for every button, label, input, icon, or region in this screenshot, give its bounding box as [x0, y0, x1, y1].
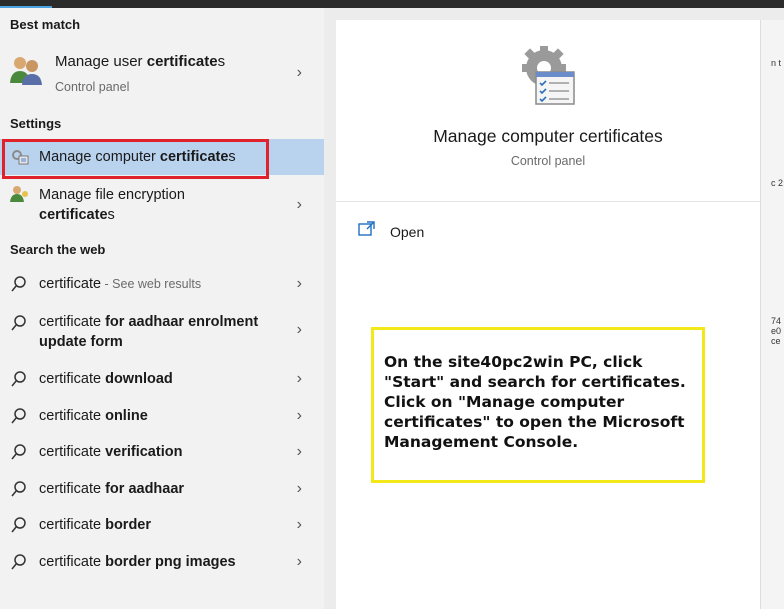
web-term: certificate [39, 481, 102, 497]
web-result-6[interactable]: certificate border › [0, 507, 324, 543]
background-window-edge: n t c 2 74 e0 ce [760, 20, 784, 609]
web-hint: - See web results [101, 277, 202, 291]
search-icon [11, 371, 26, 387]
search-icon [11, 408, 26, 424]
section-settings: Settings [10, 116, 62, 131]
web-result-3[interactable]: certificate online › [0, 398, 324, 434]
web-term: certificate [39, 276, 102, 292]
web-result-2[interactable]: certificate download › [0, 361, 324, 397]
web-term: certificate [39, 371, 102, 387]
chevron-right-icon[interactable]: › [297, 275, 302, 293]
certificate-gear-icon [522, 46, 575, 105]
highlight-box [2, 139, 269, 179]
result-title-plain: Manage user [55, 53, 147, 70]
web-rest: online [101, 408, 148, 424]
preview-pane: Manage computer certificates Control pan… [336, 20, 760, 609]
chevron-right-icon[interactable]: › [297, 407, 302, 425]
web-rest: border png images [101, 554, 236, 570]
chevron-right-icon[interactable]: › [297, 321, 302, 339]
edge-text: c 2 [771, 178, 784, 188]
users-key-icon [10, 186, 28, 202]
search-icon [11, 517, 26, 533]
edge-text: 74 [771, 316, 782, 326]
item-tail: s [107, 207, 115, 223]
preview-subtitle: Control panel [510, 154, 586, 168]
preview-title: Manage computer certificates [433, 126, 663, 146]
web-rest: for aadhaar [101, 481, 185, 497]
web-rest: border [101, 517, 152, 533]
chevron-right-icon[interactable]: › [297, 553, 302, 571]
chevron-right-icon[interactable]: › [297, 443, 302, 461]
web-result-1[interactable]: certificate for aadhaar enrolment update… [0, 305, 324, 355]
result-title-tail: s [217, 53, 226, 70]
result-manage-user-certificates[interactable]: Manage user certificates Control panel › [0, 44, 324, 102]
web-term: certificate [39, 517, 102, 533]
divider [336, 201, 760, 202]
chevron-right-icon[interactable]: › [297, 370, 302, 388]
search-icon [11, 444, 26, 460]
web-term: certificate [39, 314, 102, 330]
taskbar-strip [0, 0, 784, 8]
web-rest: download [101, 371, 173, 387]
web-result-4[interactable]: certificate verification › [0, 434, 324, 470]
item-line1: Manage file encryption [39, 187, 185, 203]
edge-text: ce [771, 336, 781, 346]
search-icon [11, 276, 26, 292]
search-icon [11, 315, 26, 331]
chevron-right-icon[interactable]: › [297, 480, 302, 498]
result-subtitle: Control panel [55, 80, 130, 94]
annotation-callout: On the site40pc2win PC, click "Start" an… [371, 327, 705, 483]
web-rest: verification [101, 444, 183, 460]
edge-text: n t [771, 58, 782, 68]
web-rest: for aadhaar enrolment [101, 314, 259, 330]
users-icon [10, 57, 42, 85]
chevron-right-icon[interactable]: › [297, 196, 302, 214]
section-search-web: Search the web [10, 242, 106, 257]
edge-text: e0 [771, 326, 782, 336]
result-title-bold: certificate [146, 53, 218, 70]
section-best-match: Best match [10, 17, 81, 32]
result-manage-file-encryption[interactable]: Manage file encryption certificates › [0, 182, 324, 228]
item-bold: certificate [39, 207, 108, 223]
open-icon[interactable] [358, 221, 376, 237]
web-result-5[interactable]: certificate for aadhaar › [0, 471, 324, 507]
web-result-0[interactable]: certificate - See web results › [0, 266, 324, 302]
chevron-right-icon[interactable]: › [297, 516, 302, 534]
web-rest-line2: update form [39, 334, 123, 350]
web-term: certificate [39, 408, 102, 424]
search-icon [11, 554, 26, 570]
web-term: certificate [39, 554, 102, 570]
open-action[interactable]: Open [390, 224, 424, 240]
web-result-7[interactable]: certificate border png images › [0, 544, 324, 580]
web-term: certificate [39, 444, 102, 460]
chevron-right-icon[interactable]: › [297, 64, 302, 82]
search-icon [11, 481, 26, 497]
